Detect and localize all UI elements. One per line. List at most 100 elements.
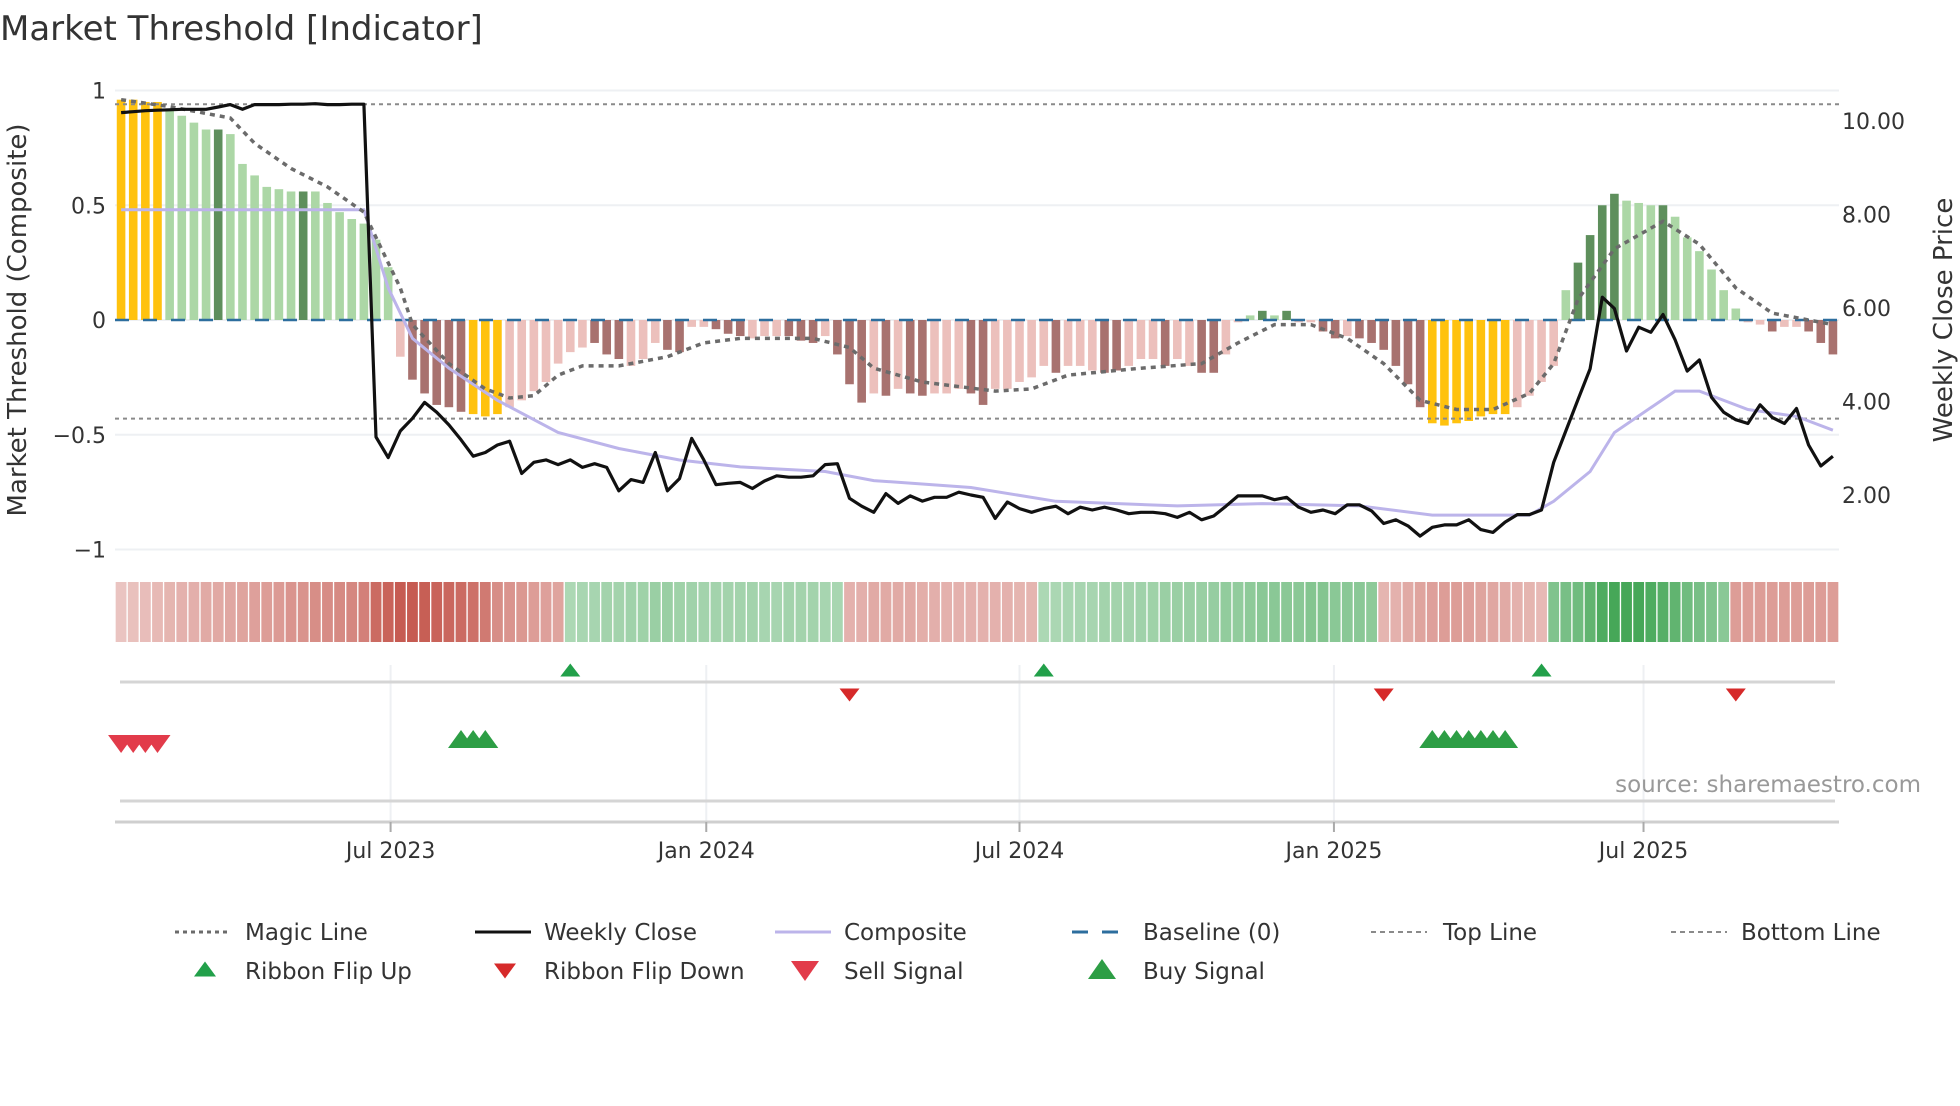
ribbon-cell	[1086, 582, 1098, 642]
ribbon-cell	[686, 582, 698, 642]
ribbon-cell	[1402, 582, 1414, 642]
ribbon-cell	[1730, 582, 1742, 642]
composite-bar	[1622, 200, 1631, 320]
composite-bar	[1780, 320, 1789, 327]
ribbon-cell	[115, 582, 127, 642]
ribbon-cell	[285, 582, 297, 642]
ribbon-cell	[1196, 582, 1208, 642]
ribbon-cell	[419, 582, 430, 642]
ribbon-cell	[1050, 582, 1062, 642]
ribbon-cell	[1706, 582, 1717, 642]
ribbon-cell	[1815, 582, 1827, 642]
ribbon-cell	[601, 582, 613, 642]
composite-bar	[1124, 320, 1134, 366]
ribbon-cell	[1439, 582, 1450, 642]
ribbon-cell	[929, 582, 940, 642]
composite-bar	[1767, 320, 1777, 332]
composite-bar	[869, 320, 879, 394]
composite-bar	[1136, 320, 1146, 360]
ribbon-cell	[625, 582, 637, 642]
ribbon-cell	[382, 582, 394, 642]
composite-bar	[1209, 320, 1219, 373]
left-axis-ticks: 1 0.5 0 −0.5 −1	[53, 80, 106, 564]
right-tick-label: 6.00	[1842, 297, 1891, 322]
ribbon-cell	[552, 582, 564, 642]
ribbon-cell	[771, 582, 783, 642]
ribbon-cell	[164, 582, 176, 642]
chart-title: Market Threshold [Indicator]	[0, 9, 483, 49]
ribbon-cell	[1244, 582, 1256, 642]
ribbon-flip-up-marker	[1033, 663, 1054, 677]
ribbon-cell	[1718, 582, 1730, 642]
composite-bar	[748, 320, 757, 339]
ribbon-cell	[1074, 582, 1086, 642]
composite-bar	[1051, 320, 1061, 373]
legend-label: Baseline (0)	[1143, 920, 1280, 946]
market-threshold-chart: Market Threshold [Indicator] 1 0.5 0 −0.5 −1…	[0, 9, 1959, 985]
ribbon-cell	[759, 582, 770, 642]
ribbon-cell	[613, 582, 625, 642]
ribbon-cell	[1548, 582, 1560, 642]
ribbon-cell	[1451, 582, 1462, 642]
ribbon-cell	[965, 582, 977, 642]
legend-item-flipdown: Ribbon Flip Down	[494, 959, 745, 985]
ribbon-cell	[334, 582, 346, 642]
composite-bar	[396, 320, 405, 357]
legend-item-top: Top Line	[1371, 920, 1537, 946]
ribbon-cell	[1511, 582, 1523, 642]
composite-bar	[1719, 290, 1728, 320]
ribbon-cell	[1366, 582, 1377, 642]
legend-label: Ribbon Flip Down	[544, 959, 745, 985]
ribbon-cell	[868, 582, 880, 642]
composite-bar	[772, 320, 781, 337]
composite-bar	[1634, 202, 1643, 320]
ribbon-cell	[322, 582, 333, 642]
ribbon-cell	[1159, 582, 1171, 642]
ribbon-cell	[443, 582, 455, 642]
composite-bar	[990, 320, 1000, 389]
composite-bar	[602, 320, 612, 355]
ribbon-cell	[455, 582, 467, 642]
composite-bar	[177, 115, 187, 321]
ribbon-cell	[722, 582, 734, 642]
composite-bar	[1403, 320, 1413, 385]
composite-line	[121, 208, 1834, 517]
composite-bar	[1342, 320, 1352, 337]
x-tick-label: Jan 2024	[656, 839, 755, 864]
ribbon-cell	[1426, 582, 1438, 642]
legend-swatch-buy	[1088, 959, 1116, 979]
ribbon-cell	[1014, 582, 1025, 642]
ribbon-cell	[1220, 582, 1232, 642]
ribbon-cell	[916, 582, 928, 642]
left-tick-label: 0	[92, 309, 106, 334]
composite-bar	[1415, 320, 1425, 408]
legend-item-bottom: Bottom Line	[1671, 920, 1881, 946]
legend-swatch-flipdown	[494, 963, 516, 979]
ribbon-cell	[1390, 582, 1402, 642]
legend-swatch-flipup	[194, 961, 216, 977]
legend-label: Buy Signal	[1143, 959, 1265, 985]
composite-bar	[881, 320, 891, 396]
ribbon-cell	[1463, 582, 1475, 642]
ribbon-cell	[127, 582, 139, 642]
ribbon-cell	[528, 582, 540, 642]
composite-bar	[1355, 320, 1364, 339]
composite-bar	[480, 320, 490, 417]
ribbon-cell	[819, 582, 831, 642]
ribbon-cell	[1329, 582, 1341, 642]
legend-item-buy: Buy Signal	[1088, 959, 1265, 985]
composite-bar	[165, 108, 174, 320]
composite-bar	[820, 320, 830, 337]
composite-bar	[784, 320, 794, 337]
composite-bar	[1075, 320, 1085, 366]
composite-bar	[456, 320, 466, 412]
composite-bar	[565, 320, 575, 353]
ribbon-cell	[200, 582, 212, 642]
composite-bar	[359, 223, 369, 320]
composite-bar	[1185, 320, 1194, 366]
composite-bar	[1027, 320, 1036, 378]
legend-item-magic: Magic Line	[175, 920, 368, 946]
legend: Magic Line Weekly Close Composite Baseline …	[175, 920, 1881, 985]
legend-swatch-sell	[791, 961, 819, 981]
ribbon-cell	[504, 582, 515, 642]
